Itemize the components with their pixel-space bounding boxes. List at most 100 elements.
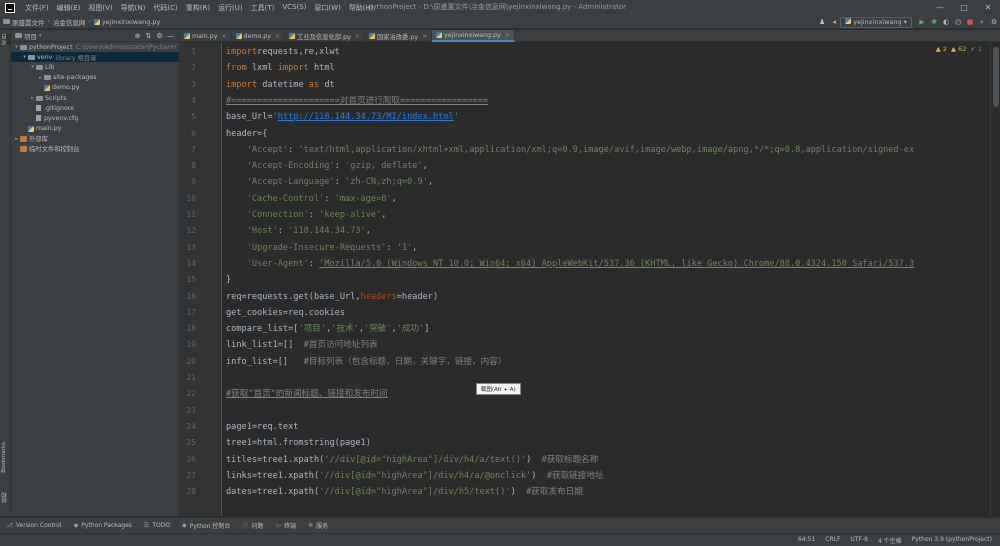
menu-item[interactable]: VCS(S)	[278, 3, 310, 13]
editor-tab[interactable]: yejinxinxiwang.py ×	[432, 30, 515, 42]
tree-item[interactable]: ▸ Scripts	[11, 93, 179, 103]
tree-item-label: Lib	[45, 63, 55, 71]
code-line: base_Url= 'http://118.144.34.73/MI/index.…	[226, 109, 459, 125]
breadcrumb-item-folder[interactable]: 冶金信息网	[50, 17, 89, 27]
tree-expand-icon[interactable]: ▸	[29, 95, 36, 101]
run-icon[interactable]: ▶	[916, 18, 928, 26]
code-token: '118.144.34.73'	[288, 226, 366, 237]
gear-icon[interactable]: ⚙	[154, 32, 165, 40]
add-icon[interactable]: ⊕	[132, 32, 143, 40]
menu-item[interactable]: 编辑(E)	[53, 3, 85, 13]
editor-tab[interactable]: main.py ×	[180, 30, 232, 42]
close-icon[interactable]: ×	[505, 32, 510, 39]
line-number: 9	[191, 177, 196, 187]
editor-tab[interactable]: demo.py ×	[232, 30, 286, 42]
tree-item[interactable]: 临时文件和控制台	[11, 144, 179, 154]
bookmarks-tool-tab[interactable]: Bookmarks	[1, 442, 10, 473]
bottom-tool-button[interactable]: ⎇ Version Control	[0, 522, 68, 529]
breadcrumb-item-root[interactable]: 原盛置文件	[0, 17, 48, 27]
code-token: header={	[226, 128, 268, 139]
tree-item[interactable]: demo.py	[11, 83, 179, 93]
editor-tab[interactable]: 国家冶改委.py ×	[365, 30, 433, 42]
python-interpreter[interactable]: Python 3.9 (pythonProject)	[912, 536, 992, 545]
tree-item[interactable]: ▸ site-packages	[11, 73, 179, 83]
tree-item[interactable]: .gitignore	[11, 103, 179, 113]
code-token: 'Accept-Encoding'	[246, 161, 335, 172]
file-encoding[interactable]: UTF-8	[850, 536, 868, 545]
bottom-tool-button[interactable]: ☰ TODO	[138, 522, 176, 529]
tree-expand-icon[interactable]: ▸	[37, 75, 44, 81]
maximize-button[interactable]: □	[952, 0, 976, 15]
close-button[interactable]: ✕	[976, 0, 1000, 15]
menu-item[interactable]: 窗口(W)	[310, 3, 344, 13]
tree-item[interactable]: main.py	[11, 124, 179, 134]
run-configuration-select[interactable]: yejinxinxiwang ▾	[840, 16, 912, 28]
code-token: )	[531, 470, 547, 481]
project-panel-title[interactable]: 项目	[24, 31, 37, 41]
breadcrumb-item-file[interactable]: yejinxinxiwang.py	[91, 18, 164, 26]
code-token: #获取"首页"的新闻标题、链接和发布时间	[226, 389, 388, 400]
menu-item[interactable]: 工具(T)	[247, 3, 279, 13]
bottom-tool-bar: ⎇ Version Control ◆ Python Packages ☰ TODO ◆ Py…	[0, 517, 1000, 533]
folder-icon	[36, 95, 43, 101]
project-tool-tab[interactable]: 项目	[1, 34, 10, 45]
tree-item[interactable]: ▸ 外部库	[11, 134, 179, 144]
line-ending[interactable]: CRLF	[825, 536, 840, 545]
inspection-widget[interactable]: ▲ 2 ▲ 62 ✔ 2	[936, 45, 982, 53]
search-icon[interactable]: ⌕	[976, 18, 988, 27]
tree-item-label: 临时文件和控制台	[29, 146, 80, 154]
menu-item[interactable]: 文件(F)	[21, 3, 53, 13]
indent-setting[interactable]: 4 个空格	[878, 536, 902, 545]
close-icon[interactable]: ×	[221, 33, 226, 40]
code-token: page1=req.text	[226, 421, 299, 432]
close-icon[interactable]: ×	[355, 33, 360, 40]
tree-expand-icon[interactable]: ▾	[21, 54, 28, 60]
menu-item[interactable]: 导航(N)	[117, 3, 150, 13]
line-number: 22	[186, 389, 196, 399]
line-number: 6	[191, 128, 196, 138]
code-editor[interactable]: importrequests,re,xlwt from lxml import h…	[222, 43, 990, 516]
python-file-icon	[289, 33, 296, 39]
bottom-tool-button[interactable]: ◆ Python Packages	[68, 522, 138, 529]
minus-icon[interactable]: —	[165, 32, 176, 40]
bottom-tool-button[interactable]: ⓘ 问题	[236, 521, 269, 530]
folder-icon	[3, 19, 10, 24]
close-icon[interactable]: ×	[422, 33, 427, 40]
structure-tool-tab[interactable]: 结构	[1, 492, 10, 503]
vertical-scrollbar[interactable]	[990, 43, 1000, 516]
back-arrow-icon[interactable]: ◂	[828, 18, 840, 26]
bottom-tool-button[interactable]: ▭ 终端	[269, 521, 302, 530]
debug-icon[interactable]: ✱	[928, 18, 940, 26]
bottom-tool-button[interactable]: ✲ 服务	[302, 521, 334, 530]
close-icon[interactable]: ×	[275, 33, 280, 40]
tree-item[interactable]: ▾ pythonProject C:\Users\Administrator\Pyc…	[11, 42, 179, 52]
tree-expand-icon[interactable]: ▾	[29, 64, 36, 70]
editor-tab[interactable]: 工业及信息化部.py ×	[285, 30, 365, 42]
bottom-tool-button[interactable]: ◆ Python 控制台	[176, 521, 236, 530]
code-token: link_list1=[]	[226, 340, 304, 351]
tree-item[interactable]: pyvenv.cfg	[11, 113, 179, 123]
collapse-icon[interactable]: ⇅	[143, 32, 154, 40]
code-line: 'Accept-Language': 'zh-CN,zh;q=0.9',	[226, 174, 433, 190]
gear-icon[interactable]: ⚙	[988, 18, 1000, 26]
caret-position[interactable]: 64:51	[798, 536, 815, 545]
chevron-down-icon[interactable]: ▾	[39, 33, 42, 39]
python-file-icon	[235, 33, 242, 39]
menu-item[interactable]: 代码(C)	[149, 3, 181, 13]
menu-item[interactable]: 视图(V)	[84, 3, 116, 13]
tree-item[interactable]: ▾ venv library 根目录	[11, 52, 179, 63]
menu-item[interactable]: 运行(U)	[214, 3, 247, 13]
scrollbar-thumb[interactable]	[993, 47, 999, 107]
code-token: #获取链接地址	[546, 470, 604, 481]
tree-expand-icon[interactable]: ▾	[13, 44, 20, 50]
user-icon[interactable]: ♟	[816, 18, 828, 26]
tree-expand-icon[interactable]: ▸	[13, 136, 20, 142]
profile-icon[interactable]: ◴	[952, 18, 964, 26]
stop-icon[interactable]: ■	[964, 18, 976, 26]
menu-item[interactable]: 重构(R)	[182, 3, 214, 13]
tree-item[interactable]: ▾ Lib	[11, 62, 179, 72]
minimize-button[interactable]: —	[928, 0, 952, 15]
code-token: ,	[422, 161, 428, 172]
code-token: :	[308, 258, 320, 269]
coverage-icon[interactable]: ◐	[940, 18, 952, 26]
